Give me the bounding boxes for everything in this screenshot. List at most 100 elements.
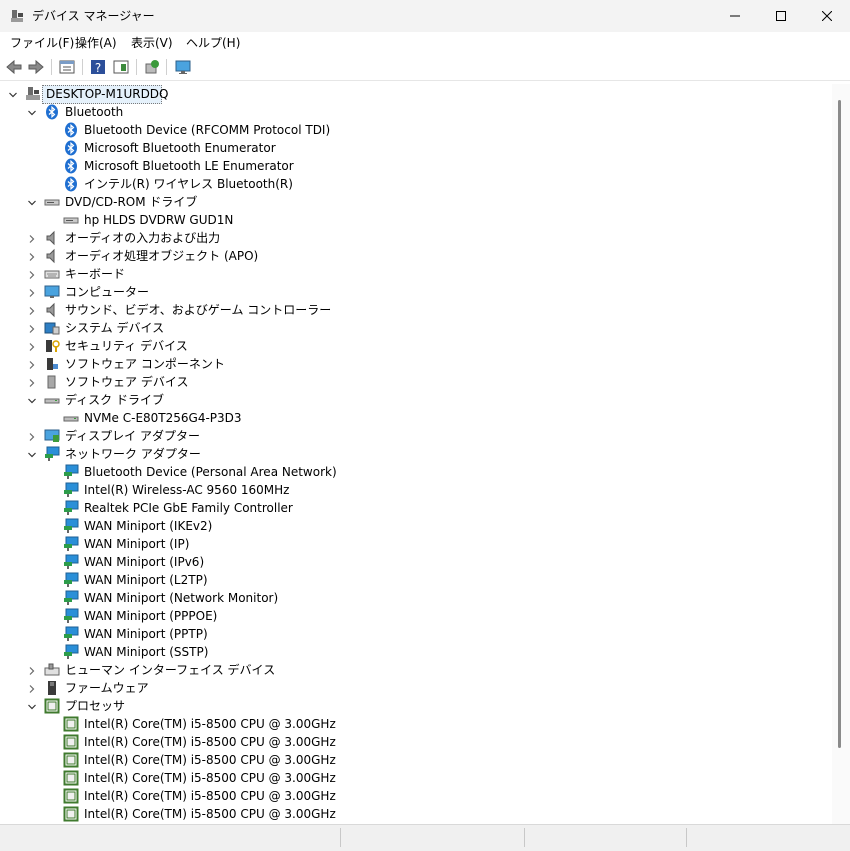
tree-item-label: プロセッサ xyxy=(65,699,126,713)
tree-device-item[interactable]: WAN Miniport (IPv6) xyxy=(0,553,820,571)
expanded-chevron-icon[interactable] xyxy=(8,89,18,99)
tree-category[interactable]: キーボード xyxy=(0,265,820,283)
tree-category[interactable]: オーディオ処理オブジェクト (APO) xyxy=(0,247,820,265)
tree-category[interactable]: ソフトウェア コンポーネント xyxy=(0,355,820,373)
tree-category[interactable]: セキュリティ デバイス xyxy=(0,337,820,355)
processor-icon xyxy=(63,752,79,768)
tree-category[interactable]: ファームウェア xyxy=(0,679,820,697)
tree-device-item[interactable]: Intel(R) Core(TM) i5-8500 CPU @ 3.00GHz xyxy=(0,751,820,769)
network-adapter-icon xyxy=(63,572,79,588)
tree-device-item[interactable]: Intel(R) Core(TM) i5-8500 CPU @ 3.00GHz xyxy=(0,787,820,805)
tree-device-item[interactable]: WAN Miniport (IKEv2) xyxy=(0,517,820,535)
tree-device-item[interactable]: WAN Miniport (PPPOE) xyxy=(0,607,820,625)
menu-action[interactable]: 操作(A) xyxy=(75,35,117,51)
keyboard-icon xyxy=(44,266,60,282)
tree-device-item[interactable]: Microsoft Bluetooth LE Enumerator xyxy=(0,157,820,175)
tree-item-label: NVMe C-E80T256G4-P3D3 xyxy=(84,411,242,425)
vertical-scrollbar[interactable] xyxy=(832,84,850,824)
tree-item-label: キーボード xyxy=(65,267,126,281)
tree-category[interactable]: ソフトウェア デバイス xyxy=(0,373,820,391)
collapsed-chevron-icon[interactable] xyxy=(27,341,37,351)
collapsed-chevron-icon[interactable] xyxy=(27,323,37,333)
tree-device-item[interactable]: WAN Miniport (IP) xyxy=(0,535,820,553)
tree-category[interactable]: システム デバイス xyxy=(0,319,820,337)
tree-device-item[interactable]: hp HLDS DVDRW GUD1N xyxy=(0,211,820,229)
tree-item-label: WAN Miniport (Network Monitor) xyxy=(84,591,279,605)
tree-device-item[interactable]: WAN Miniport (Network Monitor) xyxy=(0,589,820,607)
expanded-chevron-icon[interactable] xyxy=(27,197,37,207)
properties-icon[interactable] xyxy=(58,58,76,76)
tree-item-label: Intel(R) Core(TM) i5-8500 CPU @ 3.00GHz xyxy=(84,789,336,803)
expanded-chevron-icon[interactable] xyxy=(27,449,37,459)
dvd-drive-icon xyxy=(63,212,79,228)
network-adapter-icon xyxy=(63,536,79,552)
monitor-icon[interactable] xyxy=(174,58,192,76)
tree-category[interactable]: ネットワーク アダプター xyxy=(0,445,820,463)
close-button[interactable] xyxy=(804,0,850,32)
tree-device-item[interactable]: Intel(R) Core(TM) i5-8500 CPU @ 3.00GHz xyxy=(0,715,820,733)
tree-category[interactable]: ディスプレイ アダプター xyxy=(0,427,820,445)
collapsed-chevron-icon[interactable] xyxy=(27,287,37,297)
tree-device-item[interactable]: Intel(R) Core(TM) i5-8500 CPU @ 3.00GHz xyxy=(0,805,820,823)
scrollbar-thumb[interactable] xyxy=(838,100,841,748)
expanded-chevron-icon[interactable] xyxy=(27,395,37,405)
svg-text:?: ? xyxy=(95,61,101,75)
tree-device-item[interactable]: Intel(R) Core(TM) i5-8500 CPU @ 3.00GHz xyxy=(0,733,820,751)
tree-category[interactable]: ヒューマン インターフェイス デバイス xyxy=(0,661,820,679)
collapsed-chevron-icon[interactable] xyxy=(27,305,37,315)
tree-category[interactable]: コンピューター xyxy=(0,283,820,301)
help-icon[interactable]: ? xyxy=(89,58,107,76)
tree-device-item[interactable]: WAN Miniport (SSTP) xyxy=(0,643,820,661)
disk-drive-icon xyxy=(44,392,60,408)
collapsed-chevron-icon[interactable] xyxy=(27,251,37,261)
processor-icon xyxy=(63,734,79,750)
tree-device-item[interactable]: Intel(R) Wireless-AC 9560 160MHz xyxy=(0,481,820,499)
menu-view[interactable]: 表示(V) xyxy=(131,35,173,51)
tree-device-item[interactable]: WAN Miniport (PPTP) xyxy=(0,625,820,643)
tree-device-item[interactable]: Bluetooth Device (Personal Area Network) xyxy=(0,463,820,481)
expanded-chevron-icon[interactable] xyxy=(27,701,37,711)
view-icon[interactable] xyxy=(112,58,130,76)
back-icon[interactable] xyxy=(5,58,23,76)
tree-category[interactable]: サウンド、ビデオ、およびゲーム コントローラー xyxy=(0,301,820,319)
menu-bar: ファイル(F) 操作(A) 表示(V) ヘルプ(H) xyxy=(0,32,850,54)
tree-device-item[interactable]: Bluetooth Device (RFCOMM Protocol TDI) xyxy=(0,121,820,139)
tree-item-label: Microsoft Bluetooth Enumerator xyxy=(84,141,276,155)
scan-icon[interactable] xyxy=(143,58,161,76)
collapsed-chevron-icon[interactable] xyxy=(27,359,37,369)
tree-device-item[interactable]: Realtek PCIe GbE Family Controller xyxy=(0,499,820,517)
tree-category[interactable]: DVD/CD-ROM ドライブ xyxy=(0,193,820,211)
device-tree[interactable]: DESKTOP-M1URDDQ Bluetooth Bluetooth Device… xyxy=(0,84,832,824)
collapsed-chevron-icon[interactable] xyxy=(27,431,37,441)
tree-device-item[interactable]: NVMe C-E80T256G4-P3D3 xyxy=(0,409,820,427)
tree-item-label: WAN Miniport (IKEv2) xyxy=(84,519,213,533)
network-adapter-icon xyxy=(63,554,79,570)
forward-icon[interactable] xyxy=(27,58,45,76)
collapsed-chevron-icon[interactable] xyxy=(27,233,37,243)
tree-device-item[interactable]: インテル(R) ワイヤレス Bluetooth(R) xyxy=(0,175,820,193)
tree-item-label: DESKTOP-M1URDDQ xyxy=(46,87,169,101)
menu-file[interactable]: ファイル(F) xyxy=(10,35,74,51)
tree-device-item[interactable]: Microsoft Bluetooth Enumerator xyxy=(0,139,820,157)
tree-device-item[interactable]: Intel(R) Core(TM) i5-8500 CPU @ 3.00GHz xyxy=(0,769,820,787)
tree-root-computer[interactable]: DESKTOP-M1URDDQ xyxy=(0,85,820,104)
tree-category[interactable]: プロセッサ xyxy=(0,697,820,715)
tree-device-item[interactable]: WAN Miniport (L2TP) xyxy=(0,571,820,589)
window-title: デバイス マネージャー xyxy=(32,9,155,23)
speaker-icon xyxy=(44,248,60,264)
tree-item-label: Bluetooth Device (RFCOMM Protocol TDI) xyxy=(84,123,331,137)
collapsed-chevron-icon[interactable] xyxy=(27,683,37,693)
expanded-chevron-icon[interactable] xyxy=(27,107,37,117)
menu-help[interactable]: ヘルプ(H) xyxy=(186,35,240,51)
tree-category[interactable]: オーディオの入力および出力 xyxy=(0,229,820,247)
collapsed-chevron-icon[interactable] xyxy=(27,269,37,279)
maximize-button[interactable] xyxy=(758,0,804,32)
tree-item-label: hp HLDS DVDRW GUD1N xyxy=(84,213,234,227)
tree-item-label: Intel(R) Core(TM) i5-8500 CPU @ 3.00GHz xyxy=(84,735,336,749)
tree-category[interactable]: ディスク ドライブ xyxy=(0,391,820,409)
tree-item-label: ソフトウェア デバイス xyxy=(65,375,189,389)
collapsed-chevron-icon[interactable] xyxy=(27,665,37,675)
minimize-button[interactable] xyxy=(712,0,758,32)
tree-category[interactable]: Bluetooth xyxy=(0,103,820,121)
collapsed-chevron-icon[interactable] xyxy=(27,377,37,387)
